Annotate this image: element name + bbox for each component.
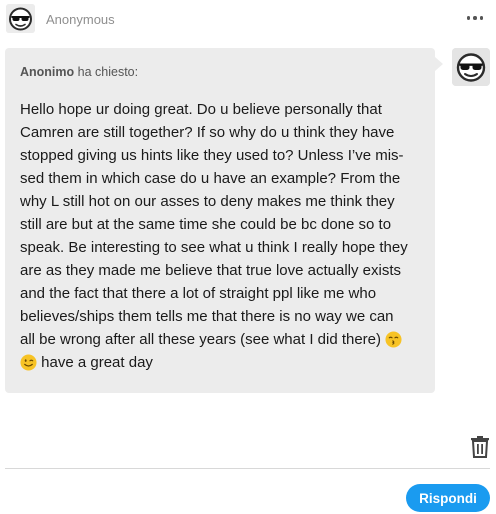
question-line: and the fact that there a lot of straigh… [20,285,377,302]
question-line: Hello hope ur doing great. Do u believe … [20,101,382,118]
asked-label: ha chiesto: [77,65,139,79]
asker-name: Anonimo [20,65,75,79]
question-line-with-emoji: all be wrong after all these years (see … [20,328,425,351]
question-bubble: Anonimo ha chiesto: Hello hope ur doing … [5,48,435,393]
question-line: why L still hot on our asses to deny mak… [20,193,395,210]
winking-face-emoji [20,354,37,371]
more-horizontal-icon[interactable] [462,8,488,28]
question-line: all be wrong after all these years (see … [20,331,382,348]
question-line: are as they made me believe that true lo… [20,262,402,279]
asker-avatar-icon[interactable] [452,48,490,86]
post-header: Anonymous [0,0,496,40]
divider [5,468,490,469]
trash-icon[interactable] [470,436,490,458]
bubble-arrow [435,57,443,71]
question-line: still are but at the same time she could… [20,216,392,233]
question-line: have a great day [41,354,153,371]
question-line: sed them in which case do u have an exam… [20,170,401,187]
reply-button[interactable]: Rispondi [406,484,490,512]
question-text: Hello hope ur doing great. Do u believe … [20,98,425,374]
kissing-face-emoji [385,331,402,348]
post-author-name[interactable]: Anonymous [46,12,115,27]
question-line: believes/ships them tells me that there … [20,308,394,325]
question-line: Camren are still together? If so why do … [20,124,395,141]
asker-line: Anonimo ha chiesto: [20,65,138,79]
question-line: stopped giving us hints like they used t… [20,147,404,164]
question-line: speak. Be interesting to see what u thin… [20,239,408,256]
sunglasses-face-icon[interactable] [6,4,35,33]
question-last-line: have a great day [20,351,425,374]
